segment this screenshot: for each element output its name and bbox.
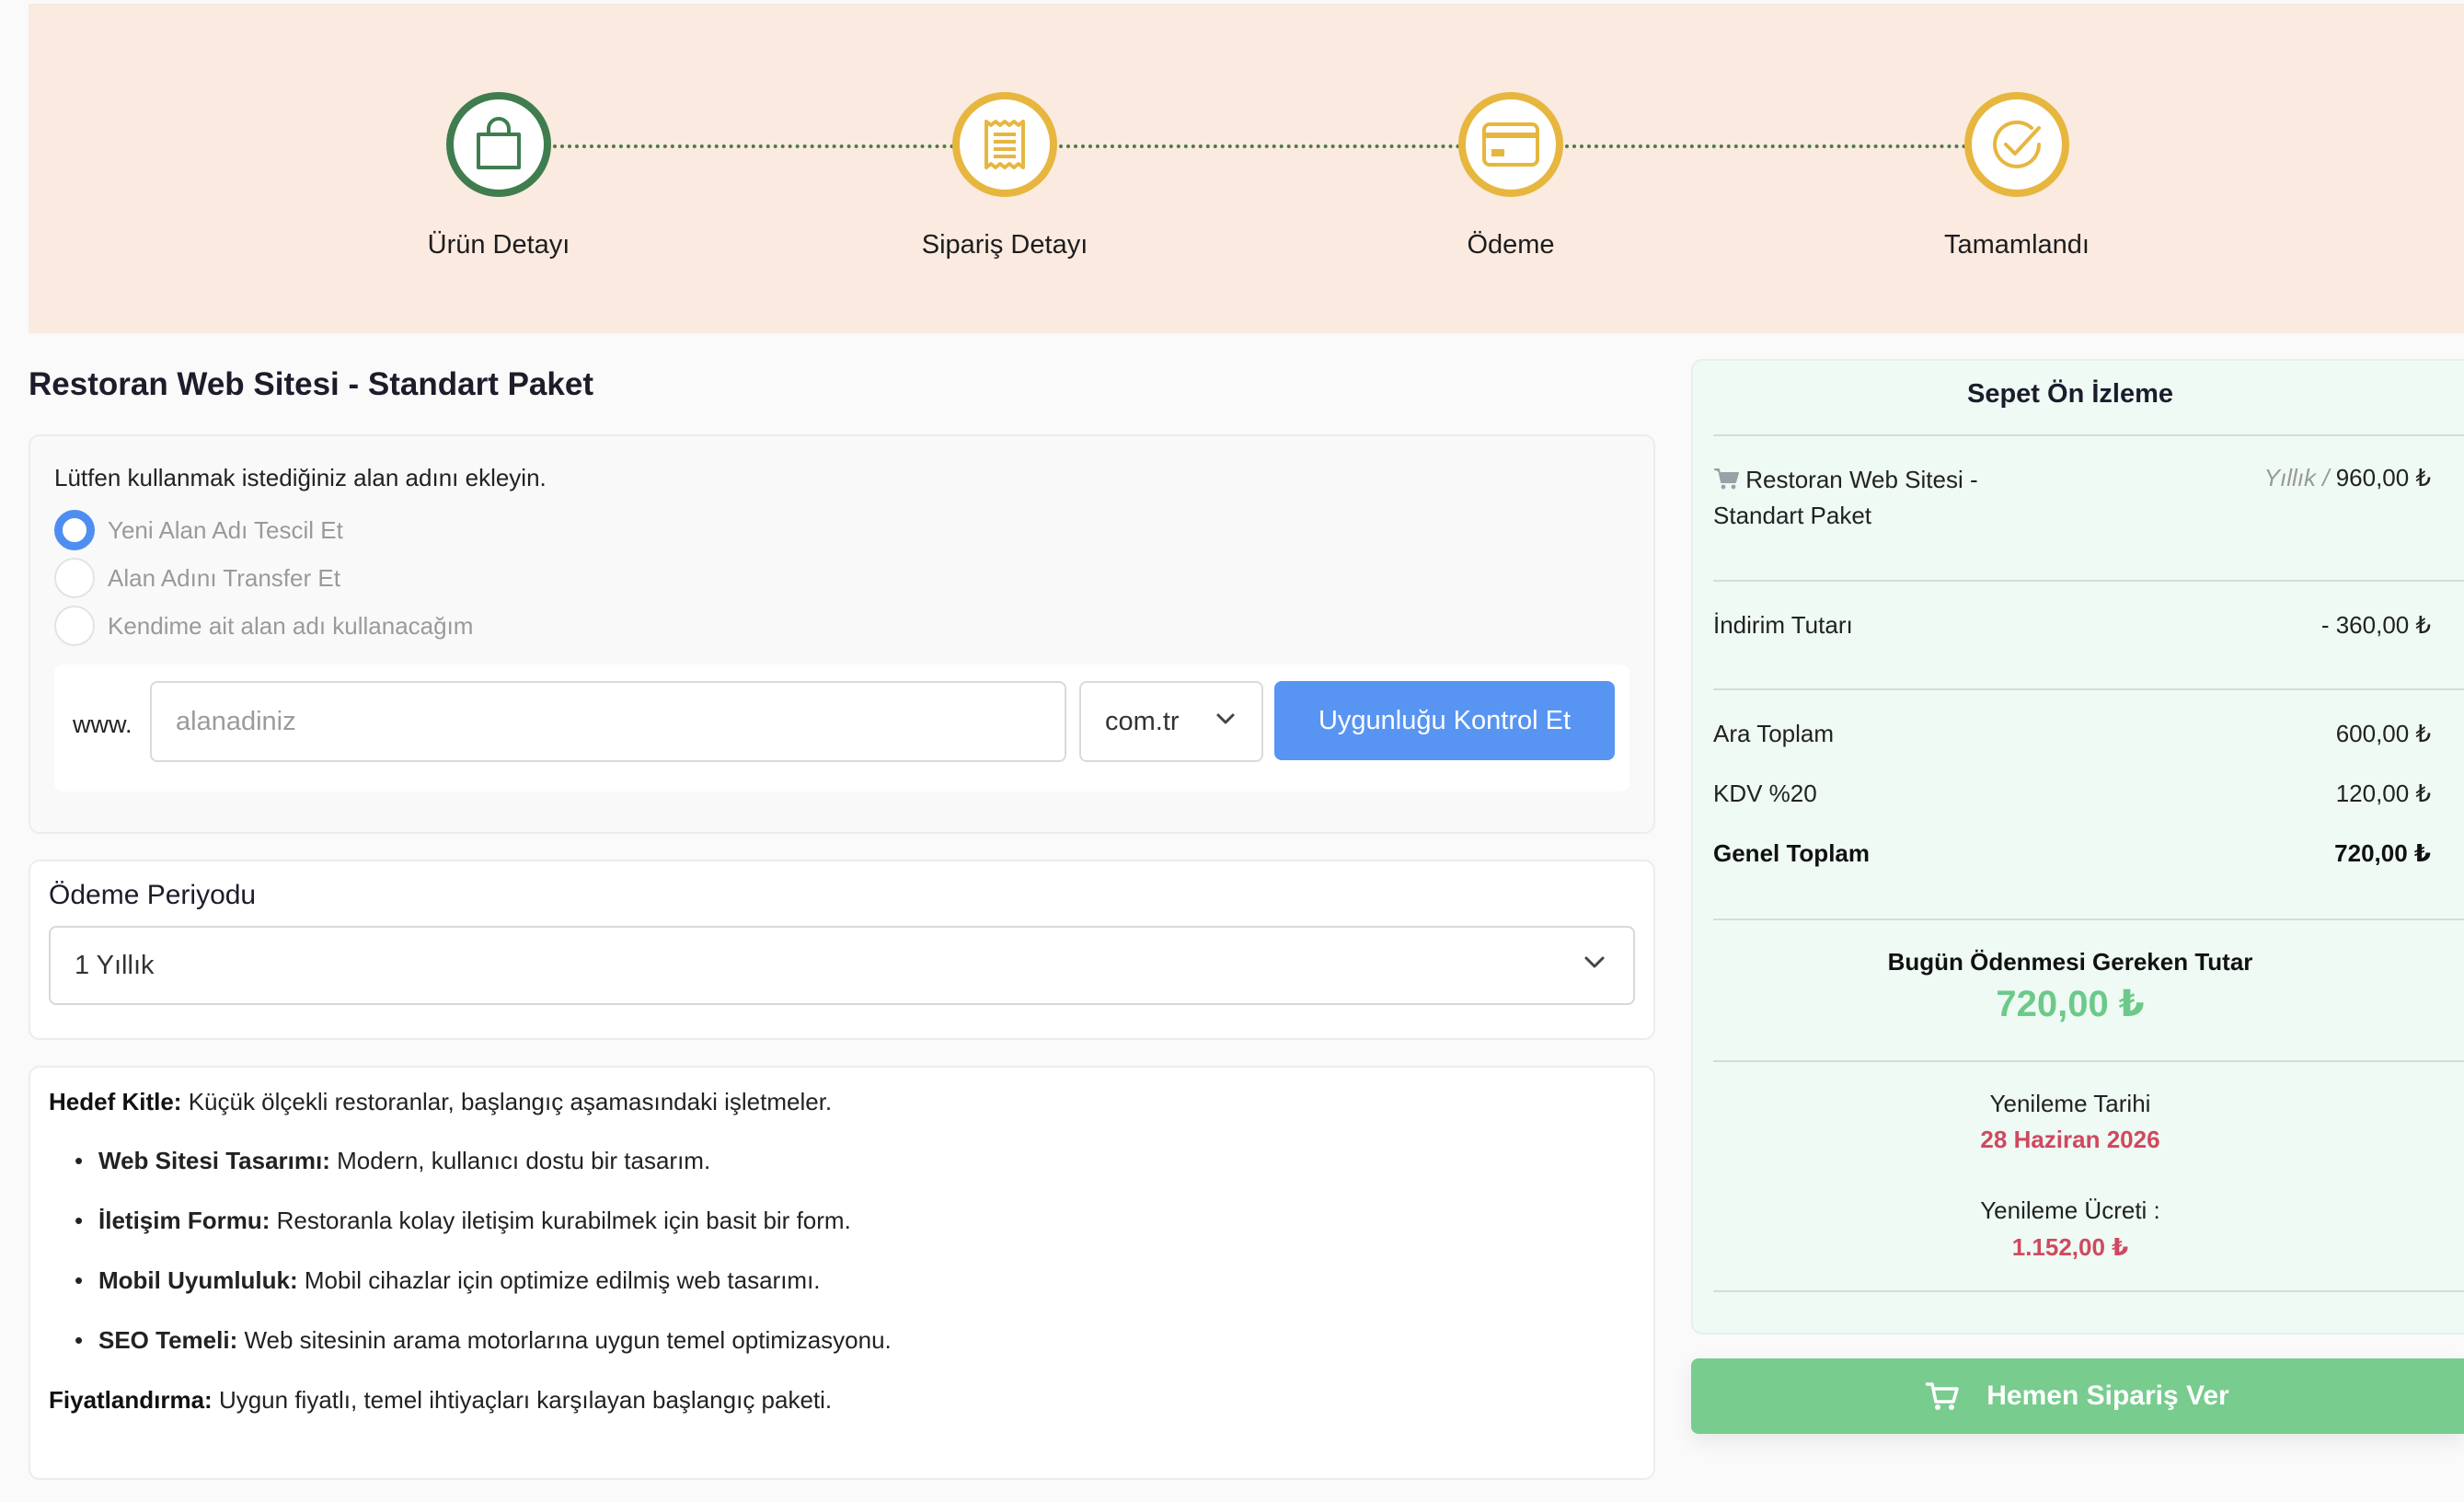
step-label: Ürün Detayı [427, 230, 570, 260]
cart-item-name: Restoran Web Sitesi - Standart Paket [1713, 462, 1978, 534]
shopping-bag-icon [446, 92, 551, 197]
feature-item: Web Sitesi Tasarımı: Modern, kullanıcı d… [75, 1147, 710, 1175]
feature-title: Mobil Uyumluluk: [98, 1266, 298, 1294]
step-payment: Ödeme [1327, 92, 1695, 260]
domain-section: Lütfen kullanmak istediğiniz alan adını … [29, 434, 1655, 834]
radio-label: Kendime ait alan adı kullanacağım [108, 611, 474, 640]
domain-hint: Lütfen kullanmak istediğiniz alan adını … [54, 464, 547, 491]
feature-text: Modern, kullanıcı dostu bir tasarım. [329, 1147, 711, 1174]
step-label: Sipariş Detayı [921, 230, 1088, 260]
period-value: 1 Yıllık [75, 950, 155, 980]
chevron-down-icon [1216, 713, 1235, 724]
feature-title: Web Sitesi Tasarımı: [98, 1147, 330, 1174]
period-select[interactable]: 1 Yıllık [49, 926, 1635, 1005]
feature-text: Mobil cihazlar için optimize edilmiş web… [297, 1266, 821, 1294]
total-label: Genel Toplam [1713, 839, 1870, 867]
domain-input[interactable] [150, 681, 1066, 762]
tld-value: com.tr [1105, 706, 1180, 736]
check-circle-icon [1964, 92, 2069, 197]
radio-button[interactable] [54, 510, 95, 550]
subtotal-value: 600,00 ₺ [2335, 720, 2431, 747]
chevron-down-icon [1584, 956, 1605, 968]
renew-date-label: Yenileme Tarihi [1989, 1090, 2151, 1117]
feature-text: Restoranla kolay iletişim kurabilmek içi… [270, 1207, 851, 1234]
vat-label: KDV %20 [1713, 780, 1817, 807]
renew-date-value: 28 Haziran 2026 [1980, 1126, 2160, 1153]
place-order-button[interactable]: Hemen Sipariş Ver [1691, 1358, 2464, 1434]
cart-icon [1714, 468, 1739, 490]
item-name-line1: Restoran Web Sitesi - [1745, 466, 1978, 493]
domain-search-row: www. com.tr Uygunluğu Kontrol Et [54, 664, 1629, 791]
order-label: Hemen Sipariş Ver [1986, 1381, 2229, 1411]
credit-card-icon [1458, 92, 1563, 197]
pricing-line: Fiyatlandırma: Uygun fiyatlı, temel ihti… [49, 1386, 832, 1415]
item-name-line2: Standart Paket [1713, 502, 1871, 529]
step-label: Ödeme [1467, 230, 1555, 260]
tld-select[interactable]: com.tr [1079, 681, 1263, 762]
cart-preview: Sepet Ön İzleme Restoran Web Sitesi - St… [1691, 359, 2464, 1334]
receipt-icon [952, 92, 1057, 197]
divider [1713, 1060, 2464, 1062]
divider [1713, 919, 2464, 920]
item-price: 960,00 ₺ [2335, 464, 2431, 491]
subtotal-label: Ara Toplam [1713, 720, 1835, 747]
discount-label: İndirim Tutarı [1713, 611, 1853, 639]
feature-title: SEO Temeli: [98, 1326, 238, 1354]
cart-item-price: Yıllık / 960,00 ₺ [2264, 464, 2431, 492]
feature-item: Mobil Uyumluluk: Mobil cihazlar için opt… [75, 1266, 821, 1295]
feature-item: İletişim Formu: Restoranla kolay iletişi… [75, 1207, 851, 1235]
radio-transfer-domain[interactable]: Alan Adını Transfer Et [54, 558, 340, 598]
step-order-detail: Sipariş Detayı [821, 92, 1189, 260]
divider [1713, 688, 2464, 690]
renew-fee-label: Yenileme Ücreti : [1980, 1196, 2160, 1224]
total-value: 720,00 ₺ [2334, 839, 2431, 867]
feature-item: SEO Temeli: Web sitesinin arama motorlar… [75, 1326, 892, 1355]
radio-register-domain[interactable]: Yeni Alan Adı Tescil Et [54, 510, 343, 550]
divider [1713, 580, 2464, 582]
payment-period-section: Ödeme Periyodu 1 Yıllık [29, 860, 1655, 1040]
vat-value: 120,00 ₺ [2335, 780, 2431, 807]
due-label: Bugün Ödenmesi Gereken Tutar [1887, 948, 2253, 976]
period-label: Ödeme Periyodu [49, 880, 257, 910]
step-label: Tamamlandı [1944, 230, 2090, 260]
check-availability-button[interactable]: Uygunluğu Kontrol Et [1274, 681, 1615, 760]
radio-button[interactable] [54, 558, 95, 598]
audience-line: Hedef Kitle: Küçük ölçekli restoranlar, … [49, 1088, 832, 1116]
step-product-detail: Ürün Detayı [315, 92, 683, 260]
www-prefix: www. [73, 711, 132, 738]
page-title: Restoran Web Sitesi - Standart Paket [29, 366, 593, 402]
due-value: 720,00 ₺ [1996, 984, 2145, 1024]
radio-own-domain[interactable]: Kendime ait alan adı kullanacağım [54, 606, 473, 646]
radio-label: Yeni Alan Adı Tescil Et [108, 515, 343, 544]
discount-value: - 360,00 ₺ [2320, 611, 2431, 639]
step-completed: Tamamlandı [1833, 92, 2201, 260]
cart-title: Sepet Ön İzleme [1966, 379, 2173, 409]
radio-label: Alan Adını Transfer Et [108, 563, 340, 592]
feature-text: Web sitesinin arama motorlarına uygun te… [237, 1326, 892, 1354]
divider [1713, 434, 2464, 436]
renew-fee-value: 1.152,00 ₺ [2011, 1233, 2129, 1261]
audience-text: Küçük ölçekli restoranlar, başlangıç aşa… [181, 1088, 833, 1115]
checkout-steps: Ürün Detayı Sipariş Detayı Ödeme Tamamla… [29, 4, 2464, 333]
item-period: Yıllık / [2263, 464, 2330, 491]
radio-button[interactable] [54, 606, 95, 646]
pricing-text: Uygun fiyatlı, temel ihtiyaçları karşıla… [212, 1386, 833, 1414]
divider [1713, 1290, 2464, 1292]
feature-title: İletişim Formu: [98, 1207, 271, 1234]
pricing-label: Fiyatlandırma: [49, 1386, 213, 1414]
package-description: Hedef Kitle: Küçük ölçekli restoranlar, … [29, 1066, 1655, 1480]
audience-label: Hedef Kitle: [49, 1088, 182, 1115]
cart-icon [1926, 1382, 1960, 1410]
